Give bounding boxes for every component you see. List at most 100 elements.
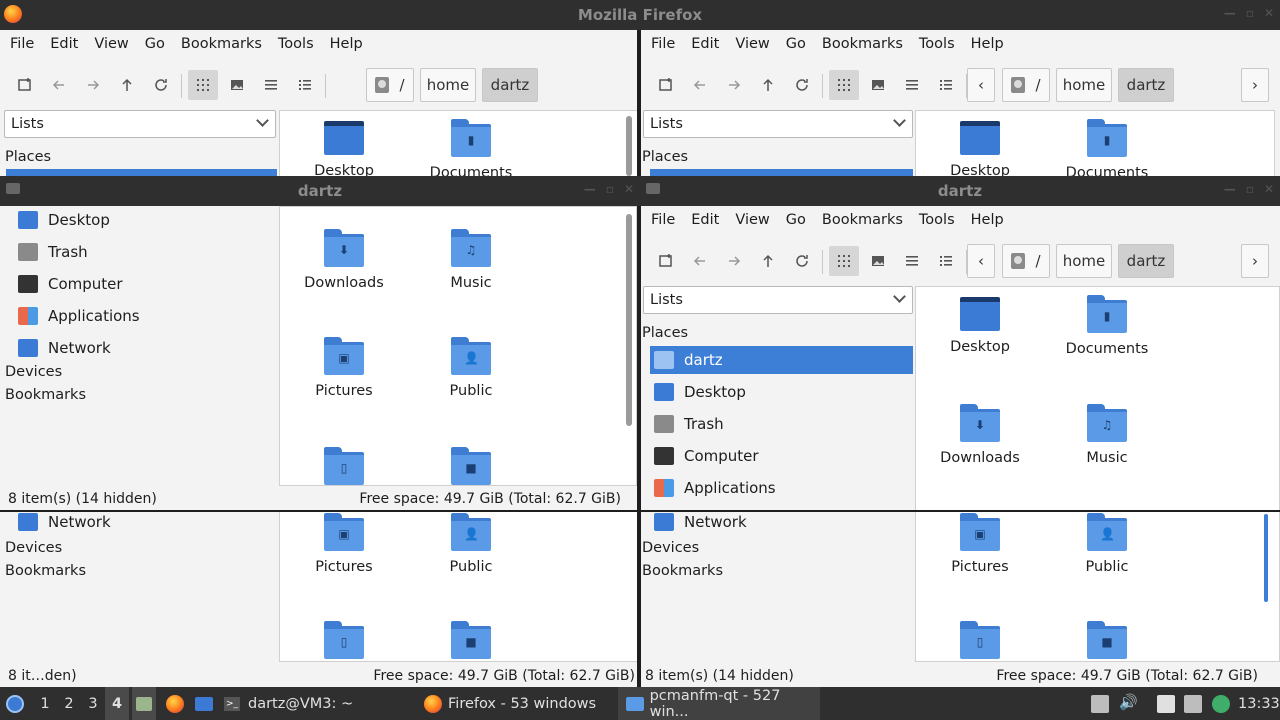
breadcrumb-current[interactable]: dartz (1118, 68, 1174, 102)
scrollbar[interactable] (626, 214, 632, 426)
breadcrumb-scroll-right-icon[interactable]: › (1241, 68, 1269, 102)
reload-icon[interactable] (787, 246, 817, 276)
sidebar-item-network[interactable]: Network (14, 512, 276, 536)
icon-view-icon[interactable] (188, 70, 218, 100)
file-item[interactable]: ▮ Documents (411, 119, 531, 176)
clock[interactable]: 13:33 (1238, 687, 1280, 720)
file-item[interactable]: ⬇ Downloads (920, 404, 1040, 466)
tray-upload-icon[interactable] (1091, 695, 1109, 713)
reload-icon[interactable] (146, 70, 176, 100)
file-item[interactable]: ▣ Pictures (284, 337, 404, 399)
sidebar-item-computer[interactable]: Computer (14, 270, 276, 298)
file-view[interactable]: ⬇ Downloads ♫ Music ▣ Pictures 👤 Public ▯Templat… (279, 206, 637, 486)
forward-icon[interactable] (719, 70, 749, 100)
menu-view[interactable]: View (727, 36, 777, 52)
new-tab-icon[interactable] (10, 70, 40, 100)
workspace-1[interactable]: 1 (33, 687, 57, 720)
breadcrumb-current[interactable]: dartz (1118, 244, 1174, 278)
scrollbar[interactable] (626, 116, 632, 176)
breadcrumb-scroll-left-icon[interactable]: ‹ (967, 244, 995, 278)
menu-tools[interactable]: Tools (911, 212, 963, 228)
file-item[interactable]: ⬇ Downloads (284, 229, 404, 291)
file-manager-launcher-icon[interactable] (132, 687, 156, 720)
workspace-3[interactable]: 3 (81, 687, 105, 720)
sidebar-item-dartz[interactable]: dartz (650, 346, 913, 374)
file-item[interactable]: ▯Templates (284, 447, 404, 485)
file-item[interactable]: ■Videos (411, 447, 531, 485)
clipboard-icon[interactable] (1157, 695, 1175, 713)
file-item[interactable]: 👤 Public (411, 513, 531, 575)
floating-titlebar-left[interactable]: dartz — ▫ ✕ (0, 176, 640, 206)
detailed-view-icon[interactable] (931, 70, 961, 100)
up-icon[interactable] (112, 70, 142, 100)
file-view[interactable]: Desktop ▮ Documents (279, 110, 637, 176)
thumbnail-view-icon[interactable] (863, 246, 893, 276)
task-terminal[interactable]: >_ dartz@VM3: ~ (224, 687, 414, 720)
file-view[interactable]: Desktop ▮ Documents ⬇ Downloads ♫ Music (915, 286, 1280, 510)
workspace-4[interactable]: 4 (105, 687, 129, 720)
show-desktop-icon[interactable] (193, 687, 215, 720)
menu-help[interactable]: Help (322, 36, 371, 52)
side-pane-mode-select[interactable]: Lists (4, 110, 276, 138)
menu-file[interactable]: File (643, 36, 683, 52)
file-item[interactable]: ▯Templates (284, 621, 404, 661)
sidebar-item-applications[interactable]: Applications (650, 474, 913, 502)
menu-bookmarks[interactable]: Bookmarks (814, 212, 911, 228)
menu-view[interactable]: View (727, 212, 777, 228)
breadcrumb-root[interactable]: / (1002, 244, 1050, 278)
back-icon[interactable] (44, 70, 74, 100)
icon-view-icon[interactable] (829, 246, 859, 276)
breadcrumb-home[interactable]: home (1056, 68, 1112, 102)
menu-file[interactable]: File (643, 212, 683, 228)
menu-edit[interactable]: Edit (683, 212, 727, 228)
breadcrumb-home[interactable]: home (420, 68, 476, 102)
file-item[interactable]: ▮ Documents (1047, 119, 1167, 176)
file-view[interactable]: ▣ Pictures 👤 Public ▯Templates■Videos (279, 512, 637, 662)
menu-edit[interactable]: Edit (42, 36, 86, 52)
side-pane-mode-select[interactable]: Lists (643, 286, 913, 314)
back-icon[interactable] (685, 246, 715, 276)
menu-go[interactable]: Go (778, 212, 814, 228)
file-item[interactable]: ■Videos (411, 621, 531, 661)
firefox-launcher-icon[interactable] (164, 687, 186, 720)
file-item[interactable]: ♫ Music (1047, 404, 1167, 466)
file-item[interactable]: ▣ Pictures (920, 513, 1040, 575)
sidebar-item-computer[interactable]: Computer (650, 442, 913, 470)
sidebar-item-network[interactable]: Network (650, 512, 913, 536)
window-controls[interactable]: — ▫ ✕ (1224, 6, 1274, 20)
workspace-switcher[interactable]: 1234 (33, 687, 129, 720)
compact-view-icon[interactable] (897, 246, 927, 276)
file-item[interactable]: 👤 Public (1047, 513, 1167, 575)
menu-view[interactable]: View (86, 36, 136, 52)
menu-tools[interactable]: Tools (911, 36, 963, 52)
sidebar-item-desktop[interactable]: Desktop (14, 206, 276, 234)
detailed-view-icon[interactable] (931, 246, 961, 276)
sidebar-item-desktop[interactable]: Desktop (650, 378, 913, 406)
sidebar-item-applications[interactable]: Applications (14, 302, 276, 330)
reload-icon[interactable] (787, 70, 817, 100)
scrollbar[interactable] (1264, 514, 1268, 602)
workspace-2[interactable]: 2 (57, 687, 81, 720)
up-icon[interactable] (753, 70, 783, 100)
task-firefox[interactable]: Firefox - 53 windows (424, 687, 614, 720)
compact-view-icon[interactable] (256, 70, 286, 100)
thumbnail-view-icon[interactable] (863, 70, 893, 100)
sidebar-item-trash[interactable]: Trash (650, 410, 913, 438)
menu-edit[interactable]: Edit (683, 36, 727, 52)
breadcrumb-current[interactable]: dartz (482, 68, 538, 102)
thumbnail-view-icon[interactable] (222, 70, 252, 100)
file-item[interactable]: ■Videos (1047, 621, 1167, 661)
sidebar-item-dartz[interactable] (650, 169, 913, 176)
volume-icon[interactable]: 🔊 (1119, 693, 1138, 711)
back-icon[interactable] (685, 70, 715, 100)
icon-view-icon[interactable] (829, 70, 859, 100)
menu-go[interactable]: Go (137, 36, 173, 52)
update-notifier-icon[interactable] (1212, 695, 1230, 713)
floating-titlebar-right[interactable]: dartz — ▫ ✕ (640, 176, 1280, 206)
file-view[interactable]: Desktop ▮ Documents (915, 110, 1275, 176)
firefox-titlebar[interactable]: Mozilla Firefox — ▫ ✕ (0, 0, 1280, 30)
up-icon[interactable] (753, 246, 783, 276)
window-controls[interactable]: — ▫ ✕ (1224, 182, 1274, 196)
breadcrumb-scroll-right-icon[interactable]: › (1241, 244, 1269, 278)
breadcrumb-scroll-left-icon[interactable]: ‹ (967, 68, 995, 102)
